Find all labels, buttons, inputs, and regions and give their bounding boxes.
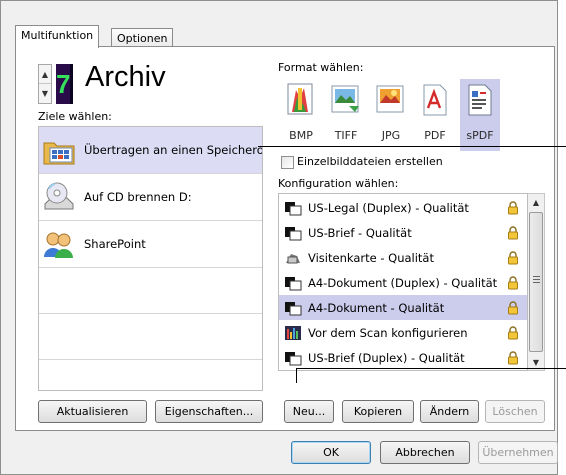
destination-item-cd[interactable]: Auf CD brennen D: — [39, 174, 262, 220]
config-item[interactable]: US-Legal (Duplex) - Qualität — [279, 195, 527, 220]
tab-optionen[interactable]: Optionen — [111, 28, 174, 46]
sharepoint-icon — [44, 232, 73, 258]
pdf-icon — [423, 84, 447, 116]
lock-icon — [508, 275, 518, 289]
config-item[interactable]: US-Brief - Qualität — [279, 220, 527, 245]
spdf-icon — [468, 84, 492, 116]
scanner-icon — [285, 226, 302, 240]
folder-transfer-icon — [43, 142, 75, 165]
scanner-icon — [285, 276, 302, 290]
refresh-button[interactable]: Aktualisieren — [38, 400, 147, 423]
dialog-window: Multifunktion Optionen ▲ ▼ 7 Archiv Ziel… — [0, 0, 558, 475]
format-label-pdf: PDF — [424, 129, 446, 142]
ok-button[interactable]: OK — [291, 441, 371, 464]
config-item[interactable]: Vor dem Scan konfigurieren — [279, 320, 527, 345]
callout-line — [258, 146, 566, 147]
cd-burn-icon — [44, 182, 74, 210]
format-label-spdf: sPDF — [466, 129, 494, 142]
tab-label: Optionen — [117, 32, 168, 45]
config-label: US-Brief (Duplex) - Qualität — [308, 350, 465, 365]
scroll-thumb[interactable] — [529, 212, 543, 352]
lock-icon — [508, 200, 518, 214]
tiff-icon — [331, 85, 359, 113]
destination-label: Übertragen an einen Speicherort — [84, 143, 263, 157]
configuration-list[interactable]: US-Legal (Duplex) - Qualität US-Brief - … — [278, 193, 528, 371]
lock-icon — [508, 225, 518, 239]
new-button[interactable]: Neu... — [284, 400, 334, 423]
profile-spinner[interactable]: ▲ ▼ — [38, 64, 52, 104]
tab-multifunktion[interactable]: Multifunktion — [15, 25, 100, 48]
config-item[interactable]: A4-Dokument (Duplex) - Qualität — [279, 270, 527, 295]
destination-item-transfer[interactable]: Übertragen an einen Speicherort — [39, 127, 262, 173]
grip-line — [533, 279, 540, 280]
format-button-bmp[interactable]: BMP — [281, 79, 321, 151]
spinner-down-icon[interactable]: ▼ — [39, 84, 51, 103]
profile-title: Archiv — [85, 61, 166, 93]
config-label: US-Legal (Duplex) - Qualität — [308, 200, 469, 215]
bmp-icon — [287, 83, 313, 115]
business-card-icon — [286, 253, 300, 263]
edit-button[interactable]: Ändern — [420, 400, 479, 423]
profile-number-icon: 7 — [56, 64, 73, 104]
format-label-tiff: TIFF — [334, 129, 358, 142]
grip-line — [533, 282, 540, 283]
configure-before-scan-icon — [285, 325, 301, 340]
grip-line — [533, 276, 540, 277]
config-label: Vor dem Scan konfigurieren — [308, 325, 468, 340]
copy-button[interactable]: Kopieren — [342, 400, 414, 423]
scanner-icon — [285, 301, 302, 315]
scanner-icon — [285, 201, 302, 215]
tab-label: Multifunktion — [21, 29, 94, 42]
format-button-jpg[interactable]: JPG — [371, 79, 411, 151]
single-files-checkbox[interactable] — [281, 156, 294, 169]
destination-list[interactable]: Übertragen an einen Speicherort Auf CD b… — [38, 126, 263, 391]
scroll-up-icon[interactable]: ▲ — [528, 194, 544, 211]
format-button-pdf[interactable]: PDF — [415, 79, 455, 151]
destinations-label: Ziele wählen: — [38, 110, 112, 123]
configuration-label: Konfiguration wählen: — [278, 177, 399, 190]
lock-icon — [508, 250, 518, 264]
config-item-selected[interactable]: A4-Dokument - Qualität — [279, 295, 527, 320]
destination-label: SharePoint — [84, 237, 146, 251]
destination-label: Auf CD brennen D: — [84, 190, 192, 204]
callout-line — [296, 368, 566, 369]
destination-item-sharepoint[interactable]: SharePoint — [39, 221, 262, 267]
config-label: A4-Dokument - Qualität — [308, 300, 445, 315]
list-divider — [39, 359, 262, 360]
format-label-jpg: JPG — [381, 129, 401, 142]
spinner-up-icon[interactable]: ▲ — [39, 65, 51, 84]
config-label: A4-Dokument (Duplex) - Qualität — [308, 275, 498, 290]
lock-icon — [508, 325, 518, 339]
list-divider — [39, 313, 262, 314]
delete-button[interactable]: Löschen — [485, 400, 545, 423]
lock-icon — [508, 300, 518, 314]
callout-line — [296, 368, 297, 383]
configuration-scrollbar[interactable]: ▲ ▼ — [528, 193, 545, 371]
config-item[interactable]: Visitenkarte - Qualität — [279, 245, 527, 270]
list-divider — [39, 267, 262, 268]
format-button-tiff[interactable]: TIFF — [326, 79, 366, 151]
config-label: Visitenkarte - Qualität — [308, 250, 434, 265]
format-button-spdf[interactable]: sPDF — [460, 79, 500, 151]
lock-icon — [508, 350, 518, 364]
format-label-bmp: BMP — [289, 129, 313, 142]
config-label: US-Brief - Qualität — [308, 225, 412, 240]
apply-button[interactable]: Übernehmen — [478, 441, 558, 464]
properties-button[interactable]: Eigenschaften... — [155, 400, 263, 423]
jpg-icon — [376, 85, 404, 113]
scanner-icon — [285, 351, 302, 365]
cancel-button[interactable]: Abbrechen — [380, 441, 470, 464]
single-files-label: Einzelbilddateien erstellen — [297, 155, 443, 168]
config-item[interactable]: US-Brief (Duplex) - Qualität — [279, 345, 527, 370]
format-label: Format wählen: — [278, 61, 364, 74]
